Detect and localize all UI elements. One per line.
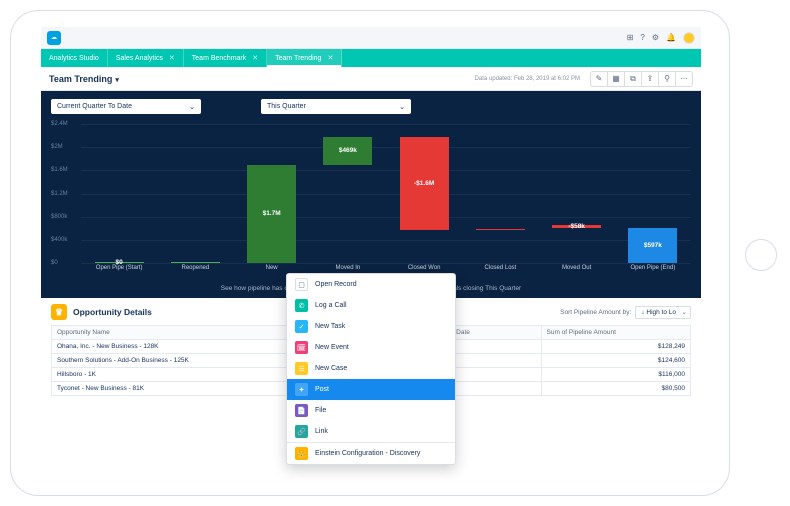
close-icon[interactable]: ✕ bbox=[169, 54, 175, 62]
table-cell[interactable]: Hillsboro - 1K bbox=[52, 368, 294, 382]
chevron-down-icon: ⌄ bbox=[189, 103, 195, 111]
device-home-button bbox=[745, 239, 777, 271]
salesforce-logo: ☁ bbox=[47, 31, 61, 45]
toolbar-button-1[interactable]: ▦ bbox=[607, 71, 625, 87]
new-task-icon: ✓ bbox=[295, 320, 308, 333]
crown-icon: ♛ bbox=[51, 304, 67, 320]
new-event-icon: 🗓 bbox=[295, 341, 308, 354]
opportunity-name-table: Opportunity NameOhana, Inc. - New Busine… bbox=[51, 325, 294, 396]
tab-team-benchmark[interactable]: Team Benchmark✕ bbox=[184, 49, 267, 67]
table-row[interactable]: Ohana, Inc. - New Business - 128K bbox=[52, 340, 294, 354]
menu-item-label: Open Record bbox=[315, 281, 357, 288]
toolbar-button-3[interactable]: ⇪ bbox=[641, 71, 659, 87]
help-icon[interactable]: ? bbox=[640, 33, 644, 42]
link-icon: 🔗 bbox=[295, 425, 308, 438]
menu-item-new-event[interactable]: 🗓 New Event bbox=[287, 337, 455, 358]
menu-item-label: Post bbox=[315, 386, 329, 393]
tab-sales-analytics[interactable]: Sales Analytics✕ bbox=[108, 49, 184, 67]
sort-label: Sort Pipeline Amount by: bbox=[560, 309, 631, 316]
details-title: Opportunity Details bbox=[73, 307, 152, 317]
sort-select[interactable]: ↓ High to Lo bbox=[635, 306, 691, 319]
close-icon[interactable]: ✕ bbox=[327, 54, 333, 62]
menu-item-link[interactable]: 🔗 Link bbox=[287, 421, 455, 442]
open-record-icon: ▢ bbox=[295, 278, 308, 291]
menu-item-label: Log a Call bbox=[315, 302, 347, 309]
menu-item-label: Einstein Configuration - Discovery bbox=[315, 450, 420, 457]
x-label: Open Pipe (Start) bbox=[81, 263, 157, 279]
tab-analytics-studio[interactable]: Analytics Studio bbox=[41, 49, 108, 67]
bar-closed-won[interactable]: -$1.6M bbox=[400, 137, 449, 230]
menu-item-label: File bbox=[315, 407, 326, 414]
menu-item-einstein-configuration-discovery[interactable]: 👑 Einstein Configuration - Discovery bbox=[287, 443, 455, 464]
x-label: Closed Lost bbox=[462, 263, 538, 279]
menu-item-new-task[interactable]: ✓ New Task bbox=[287, 316, 455, 337]
table-cell: $116,000 bbox=[541, 368, 690, 382]
waterfall-chart[interactable]: $0$400k$800k$1.2M$1.6M$2M$2.4M$0$1.7M$46… bbox=[51, 124, 691, 279]
context-menu: ▢ Open Record ✆ Log a Call ✓ New Task 🗓 New Eve… bbox=[286, 273, 456, 465]
bar-open-pipe-end-[interactable]: $597k bbox=[628, 228, 677, 263]
workspace-tabs: Analytics StudioSales Analytics✕Team Ben… bbox=[41, 49, 701, 67]
menu-item-label: New Task bbox=[315, 323, 345, 330]
menu-item-label: Link bbox=[315, 428, 328, 435]
chevron-down-icon: ▾ bbox=[115, 77, 119, 84]
chevron-down-icon: ⌄ bbox=[399, 103, 405, 111]
chart-panel: Current Quarter To Date⌄ This Quarter⌄ $… bbox=[41, 91, 701, 298]
x-label: Moved Out bbox=[539, 263, 615, 279]
bar-moved-in[interactable]: $469k bbox=[323, 137, 372, 164]
x-label: Open Pipe (End) bbox=[615, 263, 691, 279]
einstein-configuration-discovery-icon: 👑 bbox=[295, 447, 308, 460]
menu-item-label: New Case bbox=[315, 365, 347, 372]
table-row[interactable]: Tyconet - New Business - 81K bbox=[52, 382, 294, 396]
bar-closed-lost[interactable] bbox=[476, 229, 525, 230]
menu-item-open-record[interactable]: ▢ Open Record bbox=[287, 274, 455, 295]
table-cell: $128,249 bbox=[541, 340, 690, 354]
col-header: Opportunity Name bbox=[52, 326, 294, 340]
toolbar-button-2[interactable]: ⧉ bbox=[624, 71, 642, 87]
data-updated-text: Data updated: Feb 28, 2019 at 6:02 PM bbox=[475, 76, 580, 82]
table-row[interactable]: Hillsboro - 1K bbox=[52, 368, 294, 382]
post-icon: ✦ bbox=[295, 383, 308, 396]
menu-item-file[interactable]: 📄 File bbox=[287, 400, 455, 421]
page-titlebar: Team Trending▾ Data updated: Feb 28, 201… bbox=[41, 67, 701, 91]
table-row[interactable]: Southern Solutions - Add-On Business - 1… bbox=[52, 354, 294, 368]
col-header: Sum of Pipeline Amount bbox=[541, 326, 690, 340]
toolbar-button-5[interactable]: ⋯ bbox=[675, 71, 693, 87]
closing-period-select[interactable]: This Quarter⌄ bbox=[261, 99, 411, 114]
tab-team-trending[interactable]: Team Trending✕ bbox=[267, 49, 342, 67]
log-a-call-icon: ✆ bbox=[295, 299, 308, 312]
global-header: ☁ ⊞ ? ⚙ 🔔 bbox=[41, 27, 701, 49]
toolbar-button-4[interactable]: ⚲ bbox=[658, 71, 676, 87]
notifications-icon[interactable]: 🔔 bbox=[666, 33, 676, 42]
new-case-icon: ☰ bbox=[295, 362, 308, 375]
apps-icon[interactable]: ⊞ bbox=[627, 33, 634, 42]
x-label: Reopened bbox=[157, 263, 233, 279]
table-cell[interactable]: Tyconet - New Business - 81K bbox=[52, 382, 294, 396]
menu-item-log-a-call[interactable]: ✆ Log a Call bbox=[287, 295, 455, 316]
menu-item-label: New Event bbox=[315, 344, 349, 351]
table-cell[interactable]: Ohana, Inc. - New Business - 128K bbox=[52, 340, 294, 354]
bar-moved-out[interactable]: -$58k bbox=[552, 225, 601, 228]
avatar[interactable] bbox=[683, 32, 695, 44]
page-title[interactable]: Team Trending▾ bbox=[49, 74, 119, 84]
table-cell[interactable]: Southern Solutions - Add-On Business - 1… bbox=[52, 354, 294, 368]
menu-item-post[interactable]: ✦ Post bbox=[287, 379, 455, 400]
file-icon: 📄 bbox=[295, 404, 308, 417]
toolbar-button-0[interactable]: ✎ bbox=[590, 71, 608, 87]
settings-icon[interactable]: ⚙ bbox=[652, 33, 659, 42]
bar-new[interactable]: $1.7M bbox=[247, 165, 296, 263]
date-range-select[interactable]: Current Quarter To Date⌄ bbox=[51, 99, 201, 114]
table-cell: $124,600 bbox=[541, 354, 690, 368]
page-toolbar: ✎▦⧉⇪⚲⋯ bbox=[590, 71, 693, 87]
close-icon[interactable]: ✕ bbox=[252, 54, 258, 62]
menu-item-new-case[interactable]: ☰ New Case bbox=[287, 358, 455, 379]
table-cell: $80,500 bbox=[541, 382, 690, 396]
